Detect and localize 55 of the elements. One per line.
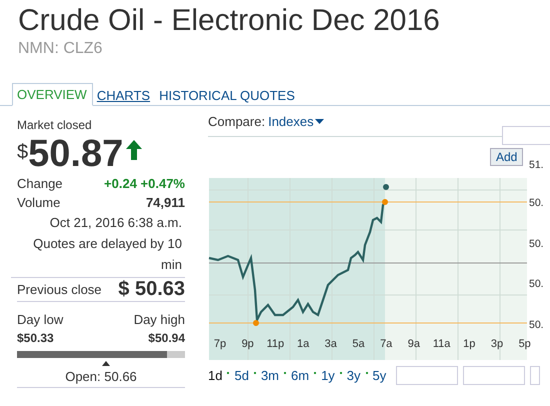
- add-button[interactable]: Add: [490, 148, 524, 166]
- previous-close-value: $ 50.63: [118, 280, 185, 299]
- day-low-label: Day low: [17, 311, 64, 329]
- period-link[interactable]: 3y: [346, 368, 361, 383]
- x-axis-label: 1p: [463, 338, 476, 350]
- day-high-value: $50.94: [148, 330, 185, 347]
- period-link[interactable]: 3m: [260, 368, 279, 383]
- y-axis-label: 50.: [529, 319, 544, 331]
- y-axis-label: 50.: [529, 278, 544, 290]
- low-point-marker: [253, 320, 259, 326]
- x-axis-label: 9a: [408, 338, 420, 350]
- period-link[interactable]: 1y: [321, 368, 335, 383]
- period-link[interactable]: 1d: [208, 368, 222, 383]
- stat-value: 74,911: [146, 194, 185, 212]
- start-date-field[interactable]: [396, 366, 458, 385]
- go-field[interactable]: [530, 366, 540, 385]
- tab[interactable]: HISTORICAL QUOTES: [155, 85, 300, 106]
- x-axis-label: 9p: [242, 338, 254, 350]
- x-axis-label: 3a: [324, 338, 337, 350]
- compare-label: Compare:: [208, 114, 266, 129]
- high-point-marker: [382, 199, 388, 205]
- y-axis-label: 50.: [529, 238, 544, 250]
- day-low-value: $50.33: [17, 330, 54, 347]
- day-high-label: Day high: [134, 311, 185, 329]
- x-axis-label: 7p: [214, 338, 226, 350]
- tab[interactable]: CHARTS: [92, 85, 156, 106]
- compare-dropdown[interactable]: Indexes: [268, 114, 324, 129]
- x-axis-label: 11a: [432, 338, 450, 350]
- period-link[interactable]: 6m: [291, 368, 310, 383]
- x-axis-label: 11p: [266, 338, 284, 350]
- quote-timestamp: Oct 21, 2016 6:38 a.m.: [48, 214, 182, 232]
- y-axis-label: 51.: [529, 159, 544, 171]
- previous-close-label: Previous close: [17, 281, 102, 299]
- delay-note: Quotes are delayed by 10 min: [11, 233, 185, 278]
- open-price: Open: 50.66: [64, 368, 138, 386]
- symbol-input[interactable]: [502, 126, 550, 145]
- x-axis-label: 7a: [380, 338, 392, 350]
- ticker-symbol: NMN: CLZ6: [18, 40, 104, 58]
- price: $^{$}$50.87: [17, 134, 124, 174]
- caret-icon: [314, 119, 324, 124]
- stat-label: Volume: [17, 194, 60, 212]
- end-date-field[interactable]: [463, 366, 526, 385]
- x-axis-label: 5a: [352, 338, 365, 350]
- x-axis-label: 3p: [490, 338, 504, 350]
- market-status: Market closed: [17, 118, 93, 132]
- stat-value: +0.24 +0.47%: [104, 175, 185, 193]
- x-axis-label: 1a: [296, 338, 310, 350]
- x-axis-label: 5p: [518, 338, 531, 350]
- page-title: Crude Oil - Electronic Dec 2016: [18, 4, 441, 38]
- y-axis-label: 50.: [529, 197, 544, 209]
- tab[interactable]: OVERVIEW: [12, 83, 93, 106]
- stat-label: Change: [17, 175, 63, 193]
- last-point-marker: [383, 184, 389, 190]
- period-link[interactable]: 5d: [234, 368, 249, 383]
- period-link[interactable]: 5y: [372, 368, 386, 383]
